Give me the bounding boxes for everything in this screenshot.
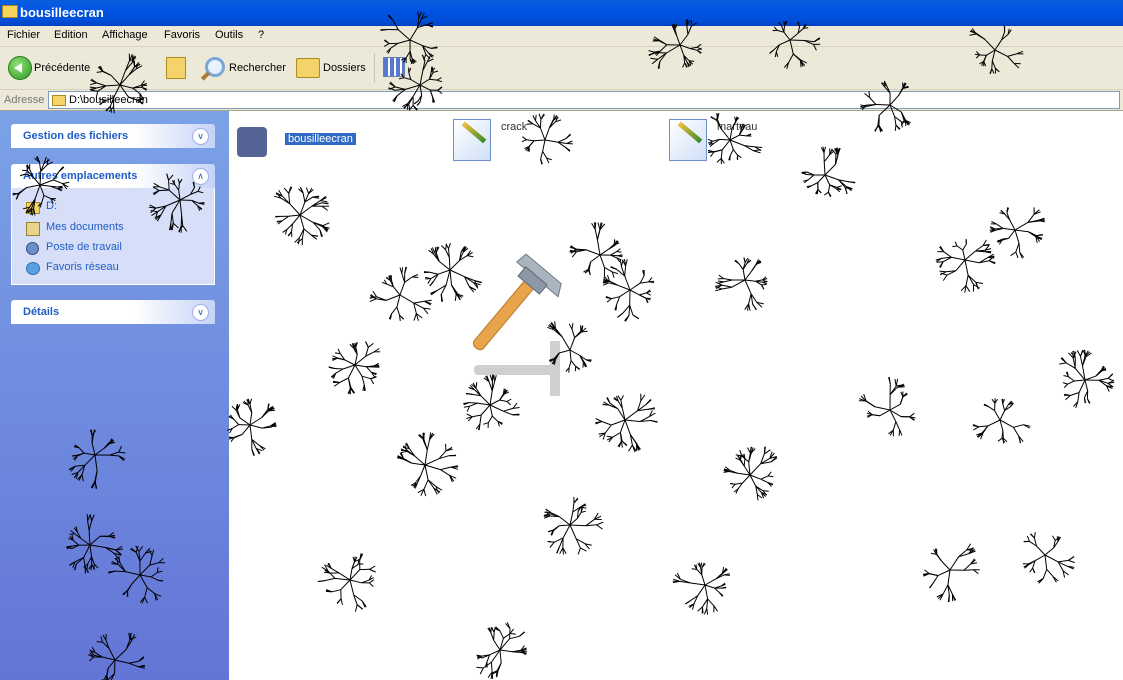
panel-header[interactable]: Gestion des fichiers ∨ — [11, 124, 215, 148]
app-icon — [237, 127, 267, 157]
menu-help[interactable]: ? — [258, 29, 264, 41]
panel-title: Gestion des fichiers — [23, 130, 129, 142]
menu-edition[interactable]: Edition — [54, 29, 88, 41]
chevron-up-icon[interactable]: ∧ — [192, 168, 209, 185]
bitmap-icon — [669, 119, 707, 161]
address-label: Adresse — [4, 94, 45, 106]
folder-up-icon[interactable] — [166, 57, 186, 79]
computer-icon — [26, 242, 39, 255]
panel-header[interactable]: Autres emplacements ∧ — [11, 164, 215, 188]
panel-body: D: Mes documents Poste de travail Favori… — [11, 188, 215, 285]
chevron-down-icon[interactable]: ∨ — [192, 128, 209, 145]
link-drive[interactable]: D: — [46, 200, 57, 212]
folder-icon — [2, 5, 18, 18]
address-path: D:\bousilleecran — [69, 94, 148, 106]
back-arrow-icon — [8, 56, 32, 80]
bitmap-icon — [453, 119, 491, 161]
folder-icon — [52, 95, 66, 106]
views-icon[interactable] — [383, 57, 405, 77]
folders-button[interactable]: Dossiers — [294, 47, 366, 89]
search-label: Rechercher — [229, 62, 286, 74]
menu-outils[interactable]: Outils — [215, 29, 243, 41]
search-icon — [205, 57, 225, 77]
link-network[interactable]: Favoris réseau — [46, 261, 119, 273]
link-my-computer[interactable]: Poste de travail — [46, 241, 122, 253]
folders-icon — [296, 58, 320, 78]
file-name: crack — [501, 121, 528, 133]
back-button[interactable]: Précédente — [0, 47, 110, 89]
folders-label: Dossiers — [323, 62, 366, 74]
menu-favoris[interactable]: Favoris — [164, 29, 200, 41]
search-button[interactable]: Rechercher — [200, 47, 290, 89]
menu-affichage[interactable]: Affichage — [102, 29, 148, 41]
address-bar: Adresse D:\bousilleecran — [0, 90, 1123, 111]
toolbar-separator — [374, 53, 375, 83]
documents-icon — [26, 222, 40, 236]
back-label: Précédente — [34, 62, 91, 74]
network-icon — [26, 262, 40, 275]
file-name: marteau — [717, 121, 758, 133]
drive-icon — [26, 202, 40, 214]
title-bar: bousilleecran — [0, 0, 1123, 26]
file-view: bousilleecran crack marteau — [229, 111, 1123, 680]
panel-title: Autres emplacements — [23, 170, 138, 182]
window-title: bousilleecran — [20, 5, 104, 20]
menu-bar: Fichier Edition Affichage Favoris Outils… — [0, 26, 1123, 47]
toolbar: Précédente Rechercher Dossiers — [0, 47, 1123, 90]
file-name: bousilleecran — [285, 133, 356, 145]
address-field[interactable]: D:\bousilleecran — [48, 91, 1120, 109]
link-my-documents[interactable]: Mes documents — [46, 221, 124, 233]
menu-fichier[interactable]: Fichier — [7, 29, 40, 41]
hammer-icon — [472, 253, 562, 396]
panel-header[interactable]: Détails ∨ — [11, 300, 215, 324]
panel-title: Détails — [23, 306, 60, 318]
task-pane: Gestion des fichiers ∨ Autres emplacemen… — [0, 111, 229, 680]
chevron-down-icon[interactable]: ∨ — [192, 304, 209, 321]
